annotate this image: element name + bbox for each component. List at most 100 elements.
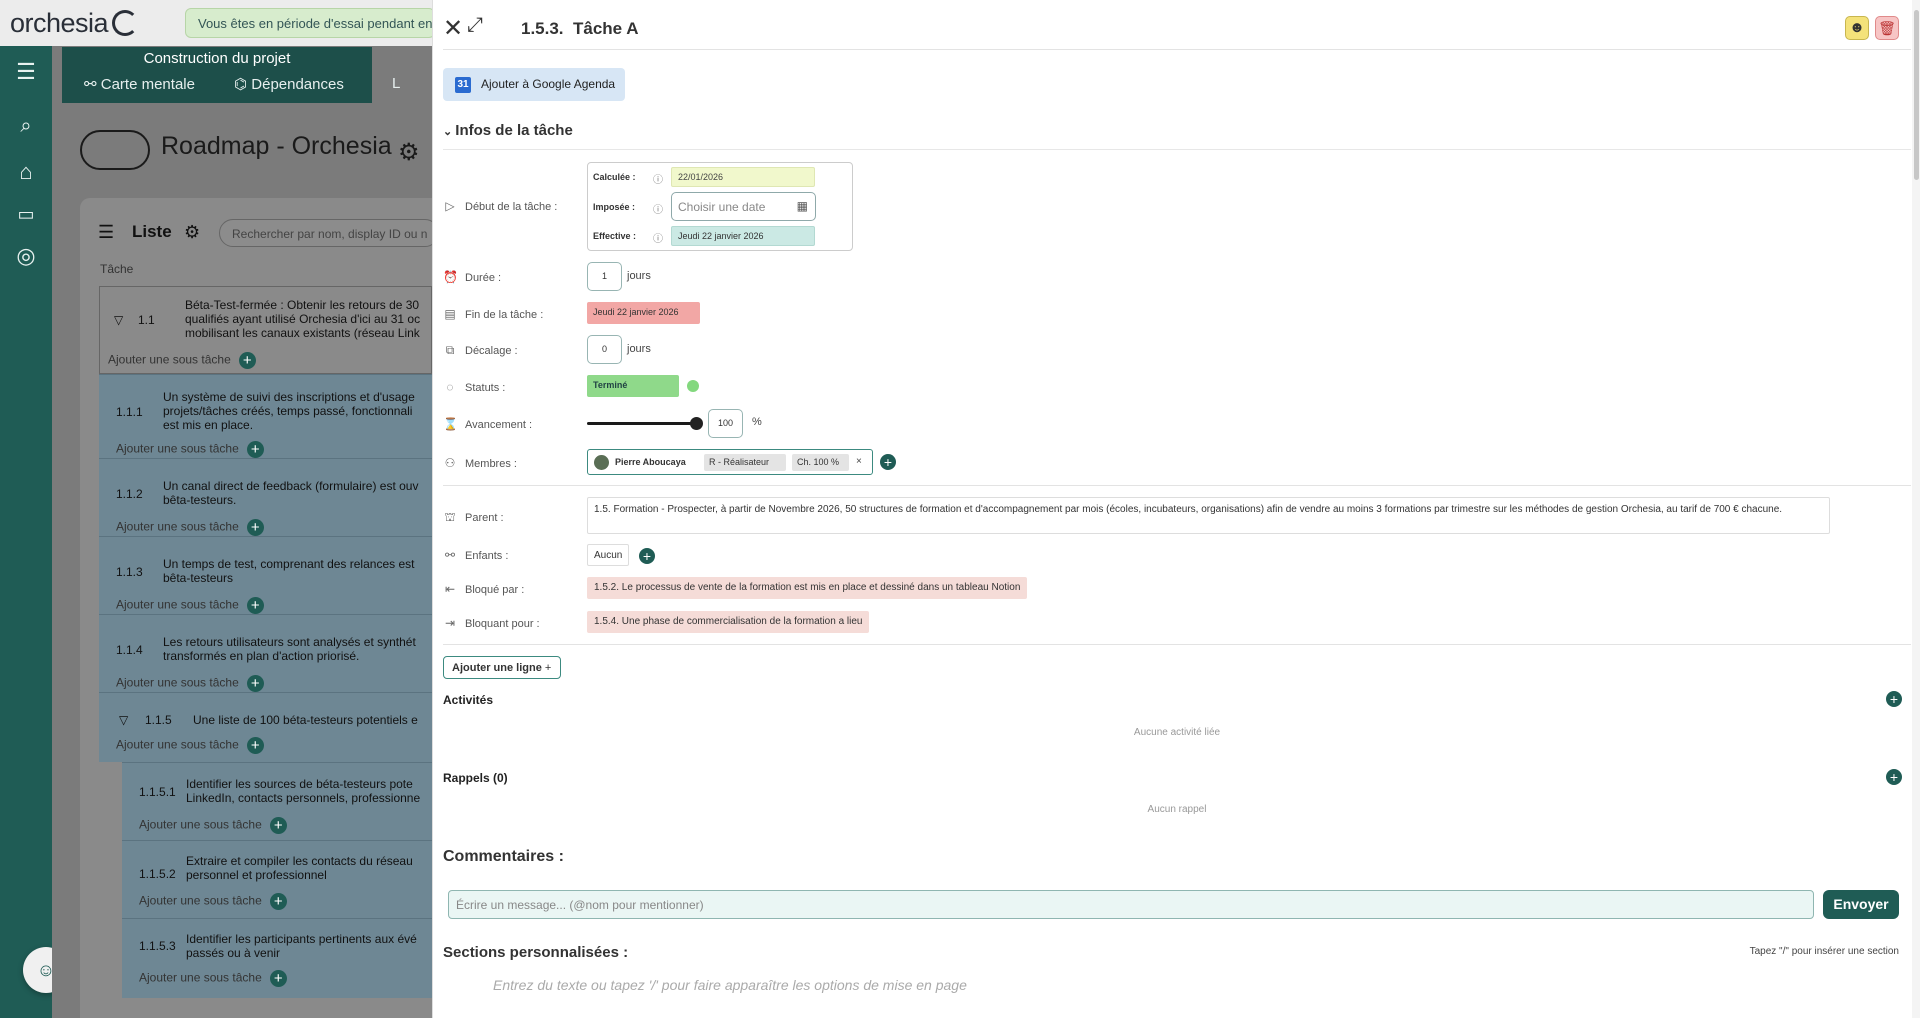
add-reminder-button[interactable]: +	[1886, 769, 1902, 785]
task-text: Les retours utilisateurs sont analysés e…	[163, 635, 416, 663]
progress-input[interactable]: 100	[708, 409, 743, 438]
plus-icon: +	[544, 662, 552, 674]
comments-title: Commentaires :	[443, 848, 564, 865]
task-id: 1.1.1	[116, 405, 143, 419]
info-icon: ⓘ	[653, 234, 663, 245]
parent-task[interactable]: 1.5. Formation - Prospecter, à partir de…	[587, 497, 1830, 534]
add-subtask-button[interactable]: Ajouter une sous tâche +	[116, 737, 264, 754]
home-icon[interactable]: ⌂	[12, 158, 40, 186]
add-child-button[interactable]: +	[639, 548, 655, 564]
add-subtask-label: Ajouter une sous tâche	[139, 817, 262, 832]
plus-icon: +	[238, 352, 256, 369]
members-label: ⚇ Membres :	[443, 456, 517, 470]
blocking-icon: ⇥	[444, 616, 456, 630]
blocked-by-task[interactable]: 1.5.2. Le processus de vente de la forma…	[587, 577, 1028, 599]
add-subtask-button[interactable]: Ajouter une sous tâche +	[108, 352, 256, 369]
menu-icon[interactable]: ☰	[12, 58, 40, 86]
app-logo[interactable]: orchesia	[10, 8, 109, 39]
side-navigation: ☰ ⌕ ⌂ ▭ ◎	[0, 46, 52, 1018]
list-item[interactable]: 1.1.5.3 Identifier les participants pert…	[122, 918, 432, 998]
list-item[interactable]: 1.1.4 Les retours utilisateurs sont anal…	[99, 614, 432, 692]
offset-input[interactable]: 0	[587, 335, 622, 364]
column-header-task: Tâche	[100, 262, 134, 276]
end-label: ▤ Fin de la tâche :	[443, 307, 543, 321]
task-id: 1.1.5.1	[139, 785, 176, 799]
member-name: Pierre Aboucaya	[615, 457, 686, 467]
list-title: Liste	[132, 222, 172, 241]
section-task-info[interactable]: ⌄ Infos de la tâche	[443, 122, 573, 139]
search-icon[interactable]: ⌕	[12, 112, 40, 140]
tab-mind-map[interactable]: ⚯ Carte mentale	[84, 75, 195, 93]
member-chip[interactable]: Pierre Aboucaya R - Réalisateur Ch. 100 …	[587, 449, 873, 475]
info-icon: ⓘ	[653, 175, 663, 186]
note-icon[interactable]: ▭	[12, 200, 40, 228]
task-text: Identifier les sources de béta-testeurs …	[186, 777, 421, 805]
add-activity-button[interactable]: +	[1886, 691, 1902, 707]
member-charge[interactable]: Ch. 100 %	[792, 454, 849, 471]
add-subtask-button[interactable]: Ajouter une sous tâche +	[116, 519, 264, 536]
add-subtask-button[interactable]: Ajouter une sous tâche +	[139, 893, 287, 910]
add-subtask-label: Ajouter une sous tâche	[139, 970, 262, 985]
google-calendar-label: Ajouter à Google Agenda	[481, 77, 616, 91]
task-id: 1.1.2	[116, 487, 143, 501]
project-tabs: Construction du projet ⚯ Carte mentale ⌬…	[62, 47, 400, 103]
parent-label-text: Parent :	[465, 512, 504, 524]
task-id: 1.1	[138, 313, 155, 327]
calendar-icon[interactable]: ▦	[797, 199, 808, 213]
duration-unit: jours	[627, 270, 651, 282]
list-item[interactable]: ▽ 1.1 Béta-Test-fermée : Obtenir les ret…	[99, 286, 432, 374]
task-title[interactable]: Tâche A	[573, 19, 639, 38]
list-item[interactable]: 1.1.5.2 Extraire et compiler les contact…	[122, 840, 432, 918]
list-search-input[interactable]: Rechercher par nom, display ID ou n	[219, 219, 439, 247]
status-label: ◌ Statuts :	[443, 380, 505, 394]
task-expand-icon[interactable]: ▽	[114, 313, 123, 327]
list-item[interactable]: 1.1.1 Un système de suivi des inscriptio…	[99, 374, 432, 458]
add-subtask-button[interactable]: Ajouter une sous tâche +	[116, 441, 264, 458]
alarm-icon: ⏰	[443, 270, 458, 284]
tab-list[interactable]: L	[392, 75, 400, 92]
add-subtask-label: Ajouter une sous tâche	[116, 441, 239, 456]
add-member-button[interactable]: +	[880, 454, 896, 470]
panel-title: 1.5.3. Tâche A	[521, 19, 639, 39]
task-expand-icon[interactable]: ▽	[119, 713, 128, 727]
scrollbar-thumb[interactable]	[1914, 10, 1919, 180]
rich-text-editor[interactable]: Entrez du texte ou tapez '/' pour faire …	[493, 977, 967, 993]
gear-icon[interactable]: ⚙	[398, 138, 420, 167]
google-calendar-icon: 31	[455, 77, 471, 93]
add-subtask-button[interactable]: Ajouter une sous tâche +	[139, 970, 287, 987]
add-subtask-button[interactable]: Ajouter une sous tâche +	[116, 597, 264, 614]
task-text: Un système de suivi des inscriptions et …	[163, 390, 415, 432]
blocking-label-text: Bloquant pour :	[465, 618, 540, 630]
imposed-date-input[interactable]: Choisir une date ▦	[671, 192, 816, 221]
list-item[interactable]: 1.1.3 Un temps de test, comprenant des r…	[99, 536, 432, 614]
trash-icon[interactable]: 🗑	[1875, 16, 1899, 40]
list-item[interactable]: 1.1.2 Un canal direct de feedback (formu…	[99, 458, 432, 536]
list-settings-icon[interactable]: ⚙	[184, 222, 200, 243]
send-button[interactable]: Envoyer	[1823, 890, 1899, 919]
palette-icon[interactable]: ☻	[1845, 16, 1869, 40]
expand-icon[interactable]: ⤢	[467, 14, 483, 37]
progress-slider-handle[interactable]	[690, 417, 703, 430]
close-icon[interactable]: ✕	[443, 14, 463, 43]
remove-member-icon[interactable]: ×	[856, 456, 862, 467]
list-item[interactable]: ▽ 1.1.5 Une liste de 100 béta-testeurs p…	[99, 692, 432, 762]
duration-input[interactable]: 1	[587, 262, 622, 291]
list-item[interactable]: 1.1.5.1 Identifier les sources de béta-t…	[122, 762, 432, 840]
google-calendar-button[interactable]: 31 Ajouter à Google Agenda	[443, 68, 625, 101]
add-line-button[interactable]: Ajouter une ligne +	[443, 656, 561, 679]
add-subtask-button[interactable]: Ajouter une sous tâche +	[116, 675, 264, 692]
status-select[interactable]: Terminé	[587, 375, 679, 397]
member-role[interactable]: R - Réalisateur	[704, 454, 786, 471]
blocking-task[interactable]: 1.5.4. Une phase de commercialisation de…	[587, 611, 870, 633]
members-icon: ⚇	[444, 456, 456, 470]
add-subtask-button[interactable]: Ajouter une sous tâche +	[139, 817, 287, 834]
tab-list-label: L	[392, 75, 401, 92]
tab-dependencies[interactable]: ⌬ Dépendances	[234, 75, 344, 93]
globe-icon[interactable]: ◎	[12, 242, 40, 270]
duration-label: ⏰ Durée :	[443, 270, 501, 284]
progress-slider[interactable]	[587, 422, 698, 425]
children-icon: ⚯	[444, 548, 456, 562]
task-detail-panel: ✕ ⤢ 1.5.3. Tâche A ☻ 🗑 31 Ajouter à Goog…	[432, 0, 1920, 1018]
add-subtask-label: Ajouter une sous tâche	[116, 737, 239, 752]
comment-input[interactable]: Écrire un message... (@nom pour mentionn…	[448, 890, 1814, 919]
